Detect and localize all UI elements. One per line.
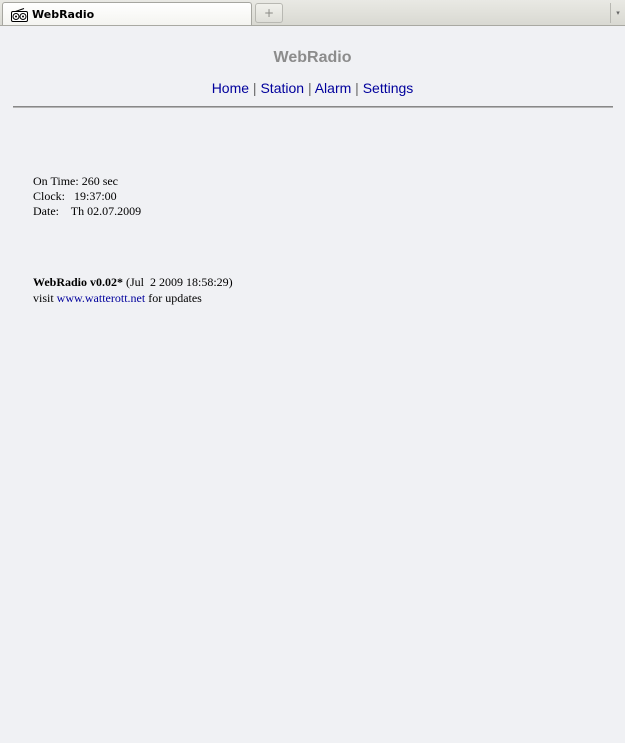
clock-value: 19:37:00	[74, 189, 117, 203]
clock-label: Clock:	[33, 189, 65, 203]
nav-separator: |	[249, 80, 261, 96]
main-nav: Home | Station | Alarm | Settings	[0, 80, 625, 96]
date-value: Th 02.07.2009	[70, 204, 142, 218]
visit-prefix: visit	[33, 291, 57, 305]
watterott-link[interactable]: www.watterott.net	[57, 291, 146, 305]
version-label: WebRadio v0.02*	[33, 275, 124, 289]
browser-tab[interactable]: WebRadio	[2, 2, 252, 25]
divider	[13, 106, 613, 108]
build-date: (Jul 2 2009 18:58:29)	[126, 275, 233, 289]
visit-suffix: for updates	[145, 291, 202, 305]
nav-link-home[interactable]: Home	[212, 80, 249, 96]
new-tab-button[interactable]: +	[255, 3, 283, 23]
tab-title: WebRadio	[32, 7, 95, 21]
on-time-value: 260 sec	[81, 174, 119, 188]
nav-separator: |	[304, 80, 315, 96]
on-time-label: On Time:	[33, 174, 79, 188]
chevron-down-icon: ▾	[616, 9, 620, 17]
nav-link-settings[interactable]: Settings	[363, 80, 414, 96]
status-block: On Time: 260 sec Clock: 19:37:00 Date: T…	[33, 174, 141, 219]
radio-icon	[11, 7, 28, 22]
footer: WebRadio v0.02* (Jul 2 2009 18:58:29) vi…	[33, 274, 233, 306]
nav-link-alarm[interactable]: Alarm	[315, 80, 352, 96]
tab-bar: WebRadio + ▾	[0, 0, 625, 26]
date-label: Date:	[33, 204, 59, 218]
nav-link-station[interactable]: Station	[260, 80, 304, 96]
page-title: WebRadio	[273, 49, 352, 66]
tab-list-button[interactable]: ▾	[610, 3, 625, 23]
nav-separator: |	[351, 80, 363, 96]
plus-icon: +	[263, 6, 275, 20]
